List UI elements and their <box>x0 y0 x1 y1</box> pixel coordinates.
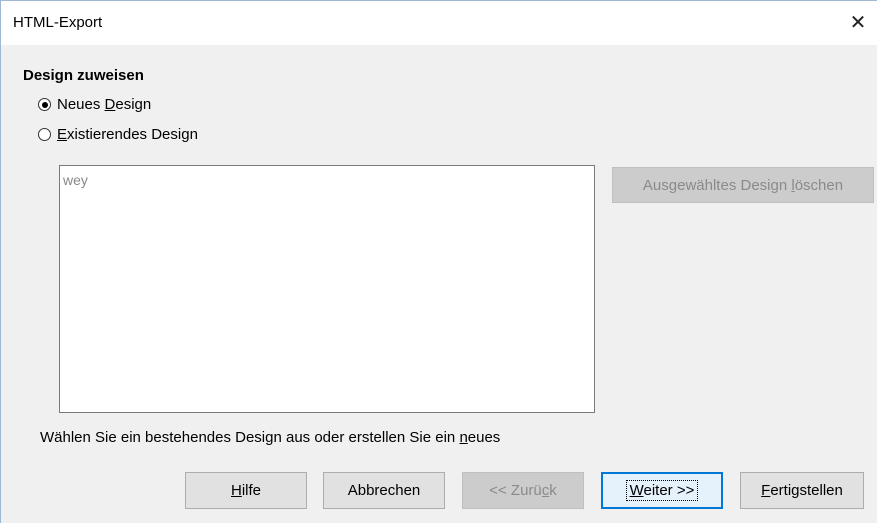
list-item[interactable]: wey <box>63 172 88 188</box>
radio-new-design[interactable]: Neues Design <box>38 96 151 113</box>
html-export-dialog: HTML-Export ✕ Design zuweisen Neues Desi… <box>0 0 877 523</box>
next-button[interactable]: Weiter >> <box>601 472 723 509</box>
close-icon: ✕ <box>849 11 867 34</box>
title-bar: HTML-Export ✕ <box>1 1 877 45</box>
help-button[interactable]: Hilfe <box>185 472 307 509</box>
hint-text: Wählen Sie ein bestehendes Design aus od… <box>40 429 501 446</box>
cancel-button[interactable]: Abbrechen <box>323 472 445 509</box>
close-button[interactable]: ✕ <box>843 7 873 37</box>
radio-new-design-indicator[interactable] <box>38 98 51 111</box>
back-button[interactable]: << Zurück <box>462 472 584 509</box>
design-list[interactable]: wey <box>59 165 595 413</box>
radio-existing-design-indicator[interactable] <box>38 128 51 141</box>
dialog-title: HTML-Export <box>13 14 103 31</box>
finish-button[interactable]: Fertigstellen <box>740 472 864 509</box>
radio-new-design-label: Neues Design <box>57 96 152 113</box>
delete-selected-design-button[interactable]: Ausgewähltes Design löschen <box>612 167 874 203</box>
radio-existing-design[interactable]: Existierendes Design <box>38 126 198 143</box>
radio-existing-design-label: Existierendes Design <box>57 126 198 143</box>
section-title: Design zuweisen <box>23 67 144 84</box>
